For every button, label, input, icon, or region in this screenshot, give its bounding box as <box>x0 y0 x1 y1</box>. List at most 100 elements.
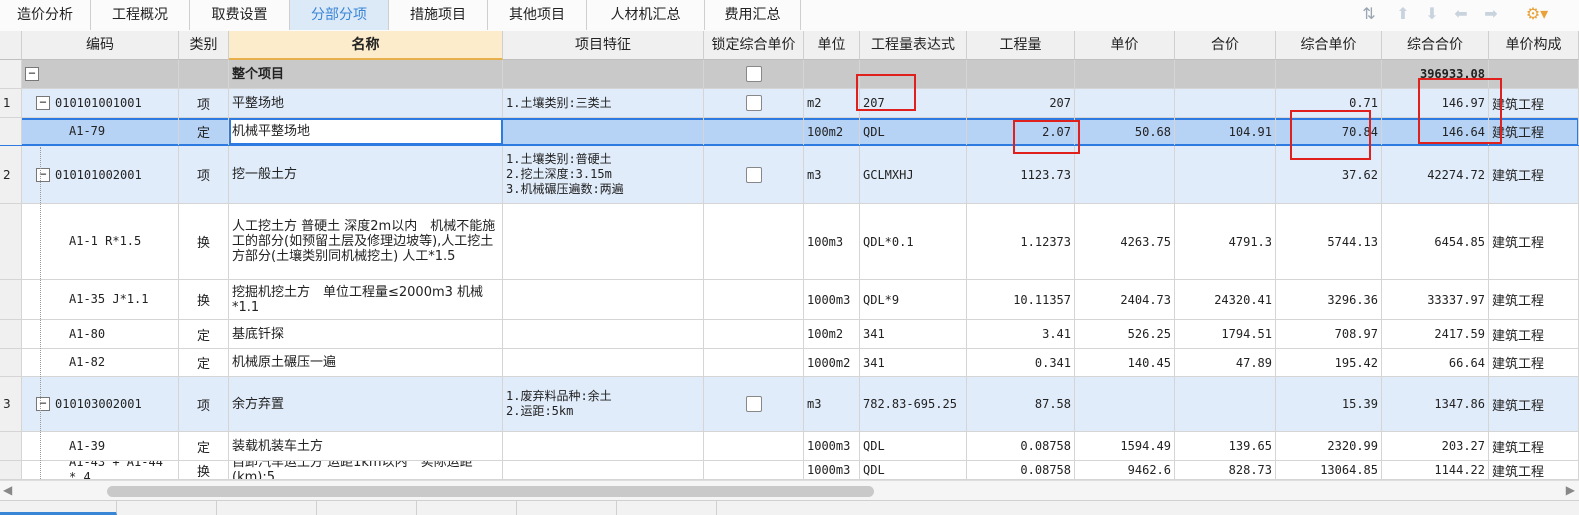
tab-cost-summary[interactable]: 费用汇总 <box>705 0 801 30</box>
total-cell[interactable]: 828.73 <box>1175 461 1276 479</box>
row-number[interactable] <box>0 118 22 145</box>
lock-price-checkbox[interactable] <box>745 95 762 111</box>
row-number[interactable] <box>0 280 22 319</box>
unit-price-cell[interactable] <box>1075 377 1175 431</box>
move-left-icon[interactable]: ⬅ <box>1451 4 1471 24</box>
price-composition-cell[interactable]: 建筑工程 <box>1489 461 1579 479</box>
row-number[interactable] <box>0 60 22 88</box>
settings-icon[interactable]: ⚙▾ <box>1522 4 1552 24</box>
quantity-cell[interactable]: 10.11357 <box>967 280 1075 319</box>
total-cell[interactable]: 1794.51 <box>1175 320 1276 348</box>
bottom-tab[interactable] <box>217 501 317 515</box>
table-row[interactable]: A1-39 定 装载机装车土方 1000m3 QDL 0.08758 1594.49 139.… <box>0 432 1579 461</box>
composite-price-cell[interactable]: 2320.99 <box>1276 432 1382 460</box>
col-header-type[interactable]: 类别 <box>179 31 229 60</box>
name-cell[interactable]: 挖一般土方 <box>229 146 503 203</box>
unit-price-cell[interactable] <box>1075 89 1175 117</box>
type-cell[interactable]: 定 <box>179 118 229 145</box>
col-header-quantity-expression[interactable]: 工程量表达式 <box>860 31 967 60</box>
lock-cell[interactable] <box>704 280 804 319</box>
tab-sub-items[interactable]: 分部分项 <box>290 0 389 30</box>
price-composition-cell[interactable]: 建筑工程 <box>1489 146 1579 203</box>
code-cell[interactable]: A1-79 <box>22 118 179 145</box>
list-item[interactable]: 1 −010101001001 项 平整场地 1.土壤类别:三类土 m2 207 207 0.7… <box>0 89 1579 118</box>
total-cell[interactable] <box>1175 377 1276 431</box>
unit-cell[interactable]: 100m2 <box>804 118 860 145</box>
lock-cell[interactable] <box>704 60 804 88</box>
col-header-lock-price[interactable]: 锁定综合单价 <box>704 31 804 60</box>
row-number[interactable] <box>0 320 22 348</box>
composite-total-cell[interactable]: 2417.59 <box>1382 320 1489 348</box>
composite-price-cell[interactable]: 13064.85 <box>1276 461 1382 479</box>
scrollbar-thumb[interactable] <box>107 486 874 497</box>
type-cell[interactable]: 换 <box>179 204 229 279</box>
code-cell[interactable]: A1-35 J*1.1 <box>22 280 179 319</box>
quantity-cell[interactable]: 0.341 <box>967 349 1075 376</box>
tab-other-items[interactable]: 其他项目 <box>488 0 587 30</box>
feature-cell[interactable]: 1.土壤类别:普硬土 2.挖土深度:3.15m 3.机械碾压遍数:两遍 <box>503 146 704 203</box>
total-cell[interactable] <box>1175 89 1276 117</box>
collapse-toggle-icon[interactable]: − <box>36 96 50 110</box>
list-item[interactable]: A1-79 定 机械平整场地 100m2 QDL 2.07 50.68 104.91 70.84… <box>0 118 1579 146</box>
feature-cell[interactable] <box>503 432 704 460</box>
code-cell[interactable]: − <box>22 60 179 88</box>
bottom-tab[interactable] <box>517 501 617 515</box>
tab-cost-analysis[interactable]: 造价分析 <box>0 0 91 30</box>
move-up-icon[interactable]: ⬆ <box>1393 4 1413 24</box>
composite-price-cell[interactable] <box>1276 60 1382 88</box>
lock-cell[interactable] <box>704 461 804 479</box>
quantity-cell[interactable]: 3.41 <box>967 320 1075 348</box>
collapse-toggle-icon[interactable]: − <box>36 397 50 411</box>
composite-price-cell[interactable]: 37.62 <box>1276 146 1382 203</box>
name-cell[interactable]: 余方弃置 <box>229 377 503 431</box>
feature-cell[interactable] <box>503 118 704 145</box>
code-cell[interactable]: A1-39 <box>22 432 179 460</box>
table-row[interactable]: A1-80 定 基底钎探 100m2 341 3.41 526.25 1794.51 708.9… <box>0 320 1579 349</box>
lock-price-checkbox[interactable] <box>745 396 762 412</box>
expression-cell[interactable]: QDL*0.1 <box>860 204 967 279</box>
composite-total-cell[interactable]: 6454.85 <box>1382 204 1489 279</box>
code-cell[interactable]: −010103002001 <box>22 377 179 431</box>
total-cell[interactable]: 47.89 <box>1175 349 1276 376</box>
type-cell[interactable]: 项 <box>179 89 229 117</box>
group-row[interactable]: − 整个项目 396933.08 <box>0 60 1579 89</box>
feature-cell[interactable]: 1.废弃料品种:余土 2.运距:5km <box>503 377 704 431</box>
expression-cell[interactable] <box>860 60 967 88</box>
scroll-right-icon[interactable]: ▶ <box>1566 483 1575 497</box>
composite-price-cell[interactable]: 708.97 <box>1276 320 1382 348</box>
composite-total-cell[interactable]: 146.64 <box>1382 118 1489 145</box>
sort-icon[interactable]: ⇅ <box>1359 4 1379 24</box>
unit-cell[interactable]: m2 <box>804 89 860 117</box>
bottom-tab[interactable] <box>117 501 217 515</box>
table-row[interactable]: A1-43 + A1-44 * 4 换 自卸汽车运土方 运距1km以内 实际运距(k… <box>0 461 1579 480</box>
code-cell[interactable]: A1-82 <box>22 349 179 376</box>
table-row[interactable]: A1-1 R*1.5 换 人工挖土方 普硬土 深度2m以内 机械不能施工的部分(如预… <box>0 204 1579 280</box>
unit-cell[interactable]: 1000m3 <box>804 280 860 319</box>
quantity-cell[interactable]: 0.08758 <box>967 461 1075 479</box>
composite-total-cell[interactable]: 203.27 <box>1382 432 1489 460</box>
composite-price-cell[interactable]: 195.42 <box>1276 349 1382 376</box>
composite-total-cell[interactable]: 1144.22 <box>1382 461 1489 479</box>
lock-cell[interactable] <box>704 89 804 117</box>
scroll-left-icon[interactable]: ◀ <box>3 483 12 497</box>
quantity-cell[interactable]: 87.58 <box>967 377 1075 431</box>
feature-cell[interactable]: 1.土壤类别:三类土 <box>503 89 704 117</box>
quantity-cell[interactable]: 1.12373 <box>967 204 1075 279</box>
col-header-code[interactable]: 编码 <box>22 31 179 60</box>
type-cell[interactable]: 定 <box>179 320 229 348</box>
expression-cell[interactable]: GCLMXHJ <box>860 146 967 203</box>
total-cell[interactable]: 139.65 <box>1175 432 1276 460</box>
feature-cell[interactable] <box>503 461 704 479</box>
row-number[interactable] <box>0 349 22 376</box>
col-header-price-composition[interactable]: 单价构成 <box>1489 31 1579 60</box>
lock-cell[interactable] <box>704 118 804 145</box>
lock-cell[interactable] <box>704 204 804 279</box>
col-header-composite-total[interactable]: 综合合价 <box>1382 31 1489 60</box>
horizontal-scrollbar[interactable]: ◀ ▶ <box>0 480 1579 501</box>
table-row[interactable]: A1-35 J*1.1 换 挖掘机挖土方 单位工程量≤2000m3 机械*1.1 10… <box>0 280 1579 320</box>
price-composition-cell[interactable] <box>1489 60 1579 88</box>
type-cell[interactable]: 项 <box>179 146 229 203</box>
name-cell[interactable]: 装载机装车土方 <box>229 432 503 460</box>
name-cell[interactable]: 挖掘机挖土方 单位工程量≤2000m3 机械*1.1 <box>229 280 503 319</box>
composite-total-cell[interactable]: 66.64 <box>1382 349 1489 376</box>
